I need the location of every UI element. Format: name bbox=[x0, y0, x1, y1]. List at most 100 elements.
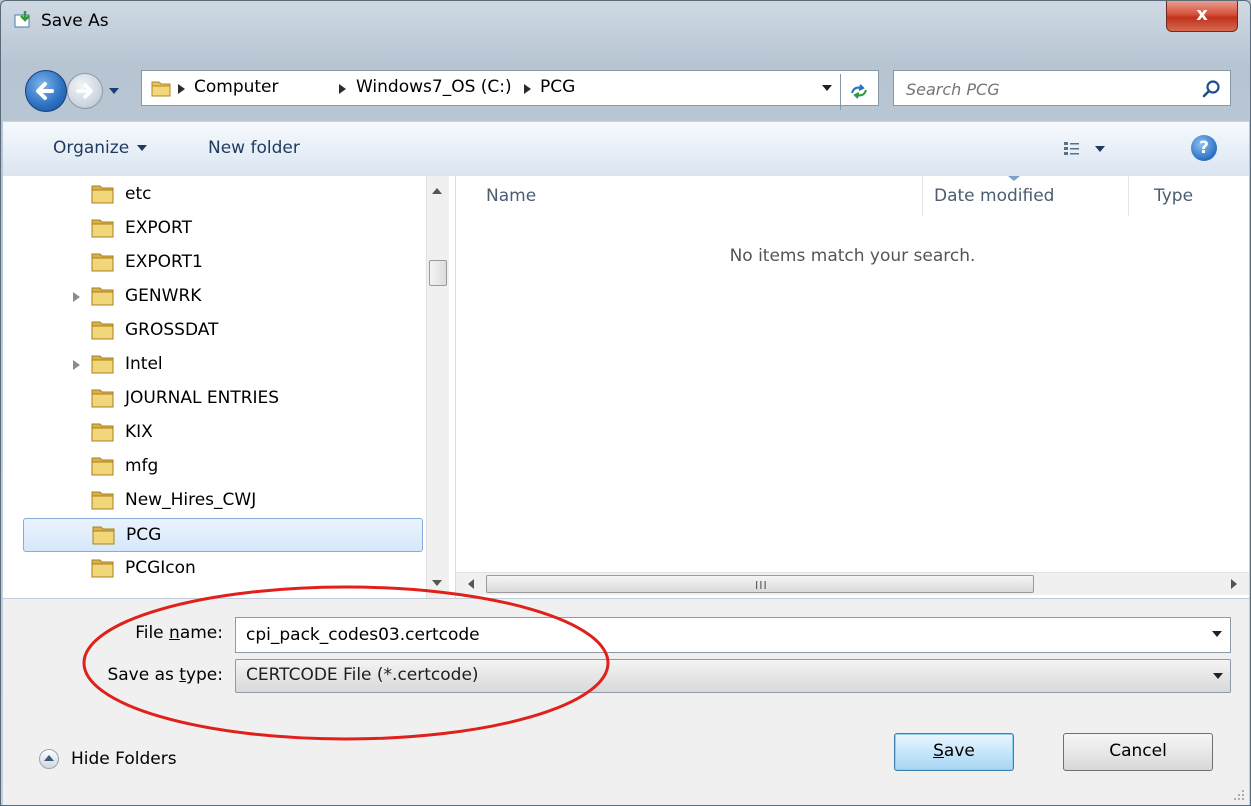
folder-tree-item-label: PCG bbox=[126, 525, 162, 545]
scrollbar-thumb[interactable] bbox=[429, 260, 447, 286]
folder-tree-item-label: GROSSDAT bbox=[125, 320, 219, 340]
search-icon[interactable] bbox=[1202, 79, 1222, 99]
folder-tree-item[interactable]: KIX bbox=[3, 416, 428, 450]
folder-tree-item[interactable]: New_Hires_CWJ bbox=[3, 484, 428, 518]
file-name-dropdown-icon[interactable] bbox=[1212, 631, 1222, 637]
folder-icon bbox=[91, 185, 114, 204]
folder-tree-item[interactable]: PCGIcon bbox=[3, 552, 428, 586]
column-header-date-modified[interactable]: Date modified bbox=[934, 186, 1054, 206]
folder-tree-item-label: etc bbox=[125, 184, 152, 204]
back-button[interactable] bbox=[25, 70, 67, 112]
recent-pages-chevron-icon[interactable] bbox=[107, 84, 121, 98]
breadcrumb-drive[interactable]: Windows7_OS (C:) bbox=[356, 77, 512, 97]
cancel-button[interactable]: Cancel bbox=[1063, 733, 1213, 771]
view-options-icon bbox=[1064, 142, 1105, 155]
file-name-label-text: File bbox=[135, 623, 170, 643]
column-divider[interactable] bbox=[1128, 176, 1129, 216]
save-access-key: S bbox=[933, 741, 944, 761]
save-as-type-label: Save as type: bbox=[3, 665, 223, 685]
scroll-up-icon[interactable] bbox=[432, 188, 442, 194]
new-folder-button[interactable]: New folder bbox=[208, 138, 300, 158]
refresh-button[interactable] bbox=[840, 74, 878, 110]
folder-icon bbox=[91, 321, 114, 340]
file-list-horizontal-scrollbar[interactable]: III bbox=[456, 572, 1249, 595]
save-as-type-value: CERTCODE File (*.certcode) bbox=[246, 665, 479, 685]
folder-tree-scrollbar[interactable] bbox=[426, 176, 449, 598]
folder-tree-item[interactable]: mfg bbox=[3, 450, 428, 484]
save-as-app-icon bbox=[14, 11, 30, 28]
save-form: File name: Save as type: CERTCODE File (… bbox=[3, 599, 1249, 805]
folder-icon bbox=[151, 81, 171, 97]
save-button-label: ave bbox=[943, 741, 975, 761]
folder-icon bbox=[91, 457, 114, 476]
breadcrumb-current-folder[interactable]: PCG bbox=[540, 77, 575, 97]
column-header-type[interactable]: Type bbox=[1154, 186, 1193, 206]
address-dropdown-icon[interactable] bbox=[822, 85, 832, 91]
sort-indicator-icon bbox=[1008, 176, 1020, 181]
folder-icon bbox=[91, 253, 114, 272]
scroll-right-icon[interactable] bbox=[1231, 579, 1237, 589]
folder-tree-item-label: GENWRK bbox=[125, 286, 202, 306]
breadcrumb-separator-icon[interactable] bbox=[339, 84, 346, 94]
dialog-title: Save As bbox=[41, 11, 109, 31]
folder-icon bbox=[91, 491, 114, 510]
hide-folders-label: Hide Folders bbox=[71, 749, 177, 769]
column-divider[interactable] bbox=[922, 176, 923, 216]
help-button[interactable]: ? bbox=[1191, 135, 1217, 161]
organize-menu-button[interactable]: Organize bbox=[53, 138, 148, 158]
folder-tree-item[interactable]: Intel bbox=[3, 348, 428, 382]
folder-tree-item-label: PCGIcon bbox=[125, 558, 196, 578]
folder-tree-item[interactable]: JOURNAL ENTRIES bbox=[3, 382, 428, 416]
breadcrumb-computer[interactable]: Computer bbox=[194, 77, 279, 97]
folder-icon bbox=[91, 559, 114, 578]
close-button[interactable]: x bbox=[1166, 1, 1238, 32]
breadcrumb-separator-icon[interactable] bbox=[524, 84, 531, 94]
save-as-dialog: Save As x Computer Windows7_OS (C:) PCG … bbox=[0, 0, 1251, 806]
folder-tree-item[interactable]: GROSSDAT bbox=[3, 314, 428, 348]
collapse-chevron-icon bbox=[39, 749, 59, 769]
folder-icon bbox=[91, 219, 114, 238]
refresh-icon bbox=[851, 84, 867, 99]
column-header-name[interactable]: Name bbox=[486, 186, 536, 206]
folder-tree-item[interactable]: PCG bbox=[23, 518, 423, 552]
folder-tree-item[interactable]: EXPORT bbox=[3, 212, 428, 246]
address-bar[interactable]: Computer Windows7_OS (C:) PCG bbox=[141, 70, 879, 110]
folder-tree-item-label: JOURNAL ENTRIES bbox=[125, 388, 280, 408]
file-list-pane: Name Date modified Type No items match y… bbox=[456, 176, 1249, 598]
folder-icon bbox=[91, 423, 114, 442]
organize-label: Organize bbox=[53, 138, 130, 158]
folder-tree-item[interactable]: GENWRK bbox=[3, 280, 428, 314]
file-name-label-text: ame: bbox=[179, 623, 223, 643]
folder-tree-item[interactable]: etc bbox=[3, 178, 428, 212]
folder-icon bbox=[92, 526, 115, 545]
back-arrow-icon bbox=[36, 82, 54, 100]
folder-tree-pane: etc EXPORT EXPORT1 GENWRK GROSSDAT Intel JOURN… bbox=[3, 176, 456, 598]
expand-arrow-icon[interactable] bbox=[73, 292, 80, 302]
search-input[interactable] bbox=[904, 75, 1188, 103]
file-name-input[interactable] bbox=[235, 617, 1231, 653]
resize-grip-icon[interactable] bbox=[1231, 787, 1245, 801]
scrollbar-grip: III bbox=[755, 579, 768, 592]
change-view-button[interactable] bbox=[1063, 138, 1113, 160]
folder-tree-item-label: Intel bbox=[125, 354, 163, 374]
forward-button[interactable] bbox=[67, 73, 103, 109]
folder-icon bbox=[91, 287, 114, 306]
scroll-left-icon[interactable] bbox=[468, 579, 474, 589]
save-as-type-select[interactable]: CERTCODE File (*.certcode) bbox=[235, 659, 1231, 693]
save-button[interactable]: Save bbox=[894, 733, 1014, 771]
title-bar[interactable]: Save As x bbox=[1, 1, 1250, 41]
folder-tree-item-label: New_Hires_CWJ bbox=[125, 490, 257, 510]
folder-icon bbox=[91, 389, 114, 408]
expand-arrow-icon[interactable] bbox=[73, 360, 80, 370]
scroll-down-icon[interactable] bbox=[432, 580, 442, 586]
file-name-label: File name: bbox=[3, 623, 223, 643]
scrollbar-thumb[interactable]: III bbox=[486, 575, 1034, 593]
search-box[interactable] bbox=[893, 70, 1231, 106]
folder-icon bbox=[91, 355, 114, 374]
folder-tree-item-label: EXPORT1 bbox=[125, 252, 203, 272]
folder-tree-item[interactable]: EXPORT1 bbox=[3, 246, 428, 280]
breadcrumb-separator-icon[interactable] bbox=[178, 84, 185, 94]
navigation-bar: Computer Windows7_OS (C:) PCG bbox=[1, 67, 1250, 117]
save-as-type-label-text: Save as bbox=[107, 665, 180, 685]
file-name-access-key: n bbox=[169, 623, 180, 643]
